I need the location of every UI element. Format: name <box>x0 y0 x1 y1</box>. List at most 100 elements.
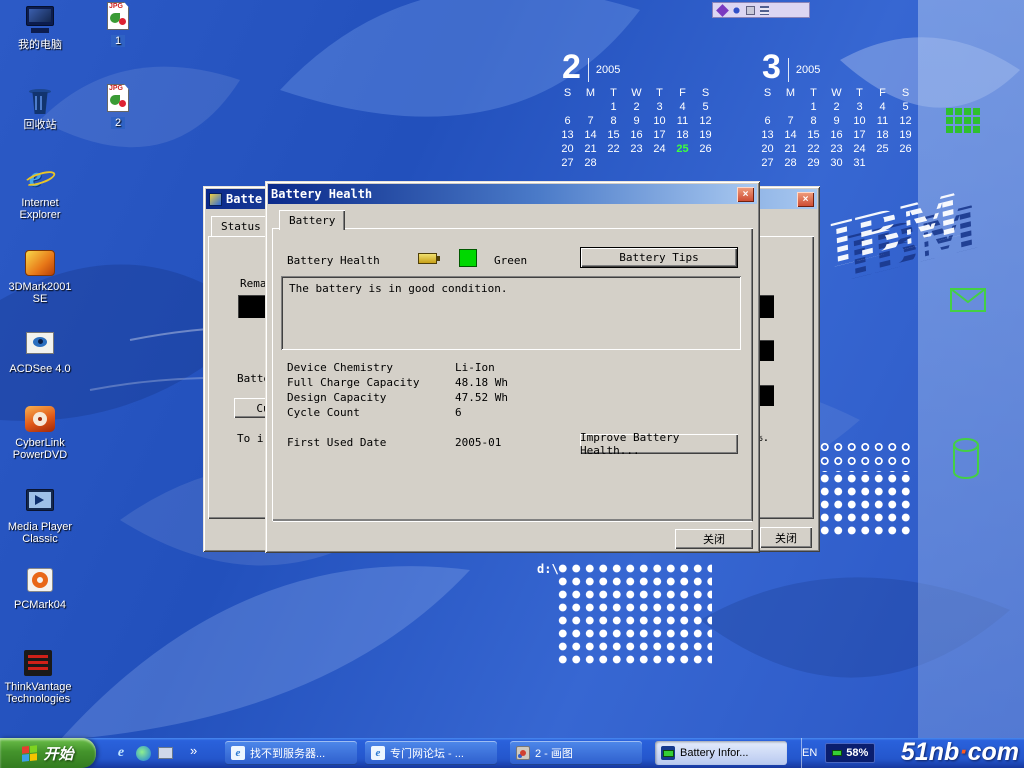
icon-label: 2 <box>111 117 125 129</box>
language-indicator[interactable]: EN <box>802 747 817 759</box>
calendar-day-header: S <box>894 87 917 100</box>
calendar-day: 13 <box>556 129 579 142</box>
calendar-day: 4 <box>871 101 894 114</box>
paint-icon <box>516 746 530 760</box>
calendar-day <box>671 157 694 170</box>
desktop-icon-media-player-classic[interactable]: Media Player Classic <box>4 488 76 545</box>
acdsee-icon <box>23 330 57 360</box>
calendar-day <box>871 157 894 170</box>
health-label: Battery Health <box>287 254 380 267</box>
dialog-titlebar[interactable]: Battery Health × <box>268 184 757 204</box>
desktop-icon-jpg-1[interactable]: JPG 1 <box>82 2 154 47</box>
watermark-51nb: 51nb·com <box>901 738 1019 768</box>
desktop-icon-thinkvantage[interactable]: ThinkVantage Technologies <box>2 648 74 705</box>
calendar-day: 5 <box>694 101 717 114</box>
internet-explorer-icon: e <box>23 164 57 194</box>
icon-label: 1 <box>111 35 125 47</box>
tool-dot-icon[interactable] <box>732 6 741 15</box>
windows-logo-icon <box>22 745 37 762</box>
icon-label: Internet Explorer <box>4 197 76 221</box>
calendar-day: 30 <box>825 157 848 170</box>
tab-status[interactable]: Status <box>211 216 271 236</box>
calendar-day-header: M <box>579 87 602 100</box>
close-icon[interactable]: × <box>737 187 754 202</box>
calendar-day: 17 <box>848 129 871 142</box>
tool-notes-icon[interactable] <box>760 6 769 15</box>
calendar-day: 25 <box>871 143 894 156</box>
task-button-server-not-found[interactable]: e 找不到服务器... <box>225 741 357 765</box>
calendar-day: 2 <box>825 101 848 114</box>
calendar-day: 10 <box>848 115 871 128</box>
field-value: Li-Ion <box>455 361 495 374</box>
calendar-day: 14 <box>579 129 602 142</box>
task-button-battery-information[interactable]: Battery Infor... <box>655 741 787 765</box>
desktop-icon-my-computer[interactable]: 我的电脑 <box>4 6 76 51</box>
calendar-day: 6 <box>756 115 779 128</box>
desktop-icon-internet-explorer[interactable]: e Internet Explorer <box>4 164 76 221</box>
improve-battery-health-button[interactable]: Improve Battery Health... <box>580 434 738 454</box>
desktop-icon-jpg-2[interactable]: JPG 2 <box>82 84 154 129</box>
tab-battery[interactable]: Battery <box>279 210 345 230</box>
field-value: 47.52 Wh <box>455 391 508 404</box>
calendar-day: 9 <box>825 115 848 128</box>
calendar-day: 8 <box>802 115 825 128</box>
task-label: 找不到服务器... <box>250 745 325 761</box>
desktop-icon-pcmark[interactable]: PCMark04 <box>4 566 76 611</box>
calendar-day: 28 <box>779 157 802 170</box>
calendar-day: 26 <box>694 143 717 156</box>
desktop-icon-3dmark[interactable]: 3DMark2001 SE <box>4 248 76 305</box>
desktop-icon-acdsee[interactable]: ACDSee 4.0 <box>4 330 76 375</box>
calendar-day: 25 <box>671 143 694 156</box>
jpg-file-icon: JPG <box>101 84 135 114</box>
tool-display-icon[interactable] <box>746 6 755 15</box>
calendar-day <box>602 157 625 170</box>
battery-health-dialog[interactable]: Battery Health × Battery Battery Health … <box>265 181 760 553</box>
calendar-day: 15 <box>602 129 625 142</box>
task-button-paint[interactable]: 2 - 画图 <box>510 741 642 765</box>
dialog-close-button[interactable]: 关闭 <box>675 529 753 549</box>
battery-percent: 58% <box>846 747 868 759</box>
calendar-day: 16 <box>825 129 848 142</box>
calendar-day: 28 <box>579 157 602 170</box>
quicklaunch-overflow-chevron[interactable]: » <box>190 743 197 758</box>
ie-page-icon: e <box>371 746 385 760</box>
task-button-forum[interactable]: e 专门网论坛 - ... <box>365 741 497 765</box>
cylinder-icon <box>952 438 980 480</box>
icon-label: 我的电脑 <box>18 39 62 51</box>
desktop-icon-recycle-bin[interactable]: 回收站 <box>4 86 76 131</box>
calendar-header: 2 2005 <box>562 52 717 82</box>
media-player-classic-icon <box>23 488 57 518</box>
calendar-day-header: M <box>779 87 802 100</box>
battery-tips-button[interactable]: Battery Tips <box>580 247 738 268</box>
start-button[interactable]: 开始 <box>0 738 96 768</box>
icon-label: CyberLink PowerDVD <box>4 437 76 461</box>
calendar-day: 9 <box>625 115 648 128</box>
calendar-day-header: S <box>556 87 579 100</box>
quicklaunch-media-icon[interactable] <box>134 744 152 762</box>
calendar-day: 21 <box>579 143 602 156</box>
calendar-day: 22 <box>802 143 825 156</box>
pcmark-icon <box>23 566 57 596</box>
calendar-day: 18 <box>671 129 694 142</box>
close-icon[interactable]: × <box>797 192 814 207</box>
calendar-grid: SMTWTFS123456789101112131415161718192021… <box>756 87 917 170</box>
quicklaunch-ie-icon[interactable]: e <box>112 744 130 762</box>
powerdvd-icon <box>25 406 55 432</box>
field-value: 6 <box>455 406 462 419</box>
battery-tray-indicator[interactable]: 58% <box>825 743 875 763</box>
calendar-day: 17 <box>648 129 671 142</box>
calendar-day: 5 <box>894 101 917 114</box>
tool-diamond-icon[interactable] <box>716 4 729 17</box>
battery-app-icon <box>209 193 222 206</box>
field-value: 48.18 Wh <box>455 376 508 389</box>
recycle-bin-icon <box>23 86 57 116</box>
calendar-day: 3 <box>648 101 671 114</box>
floating-toolbar[interactable] <box>712 2 810 18</box>
desktop-icon-powerdvd[interactable]: CyberLink PowerDVD <box>4 404 76 461</box>
battery-cell-icon <box>832 750 842 756</box>
quicklaunch-show-desktop-icon[interactable] <box>156 744 174 762</box>
close-button[interactable]: 关闭 <box>760 527 812 548</box>
calendar-grid: SMTWTFS123456789101112131415161718192021… <box>556 87 717 170</box>
dots-pattern-rings <box>818 440 914 472</box>
calendar-day: 7 <box>579 115 602 128</box>
